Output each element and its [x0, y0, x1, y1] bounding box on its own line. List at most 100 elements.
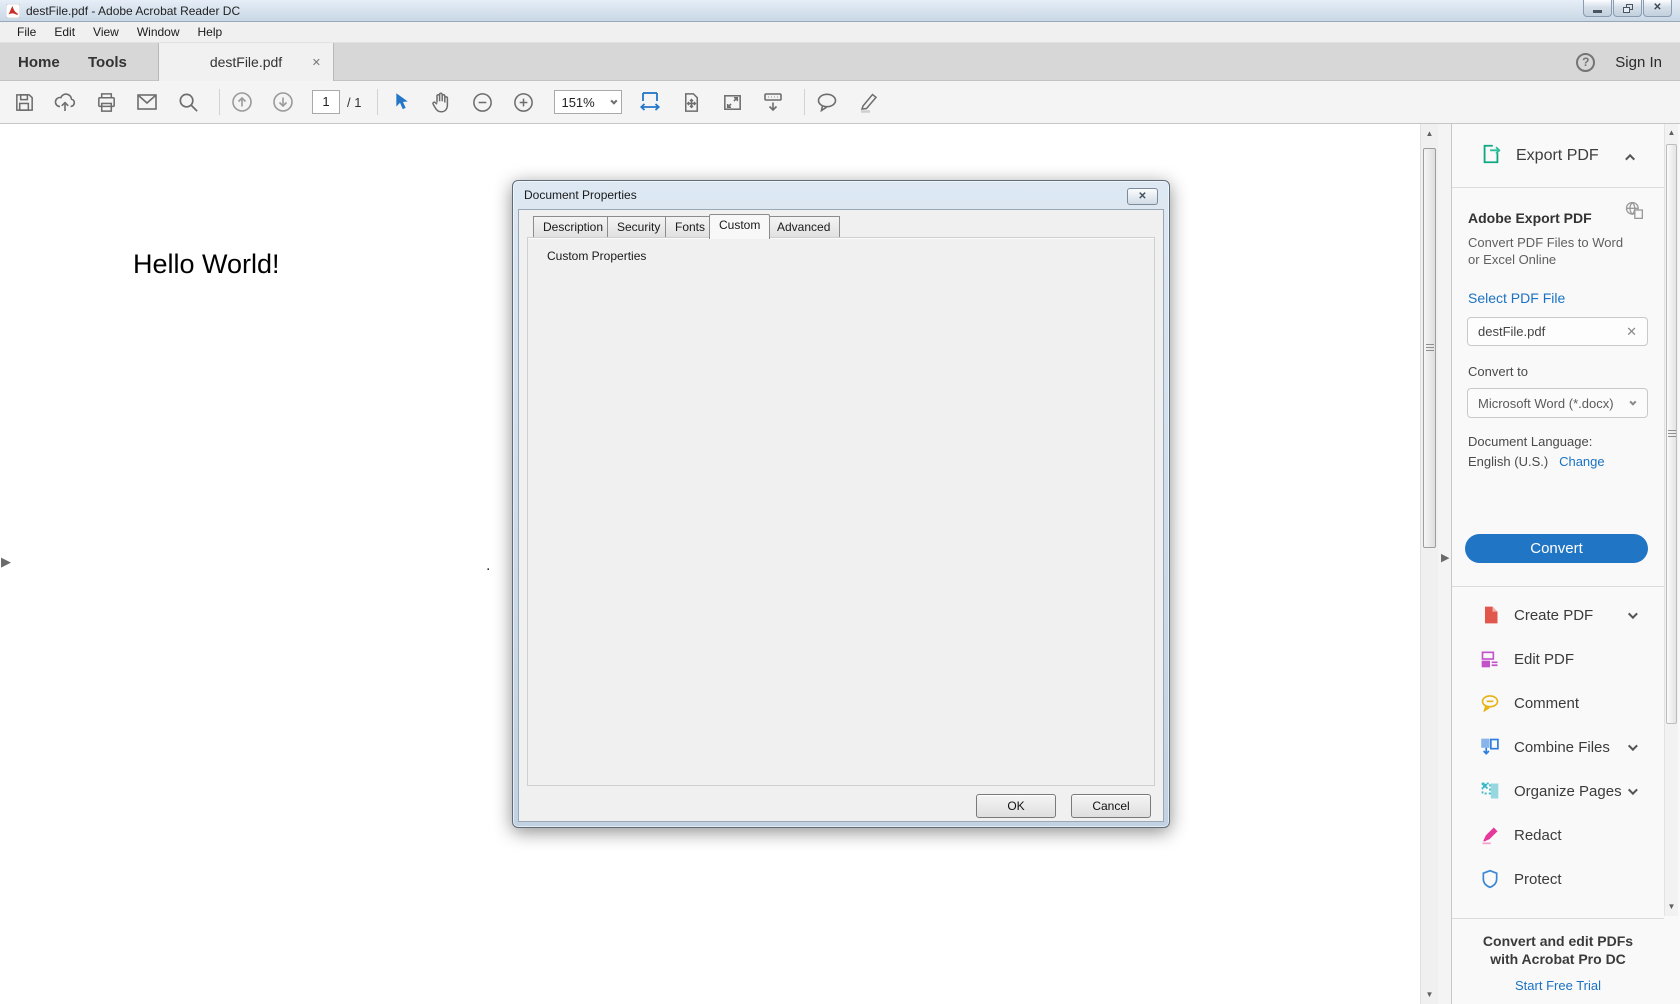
menu-edit[interactable]: Edit	[45, 22, 84, 42]
scroll-down-icon[interactable]: ▼	[1421, 990, 1438, 999]
window-title: destFile.pdf - Adobe Acrobat Reader DC	[26, 4, 240, 18]
tab-advanced[interactable]: Advanced	[767, 216, 840, 238]
toolbar-divider	[377, 89, 378, 115]
menu-help[interactable]: Help	[189, 22, 232, 42]
minimize-button[interactable]	[1583, 0, 1612, 17]
select-tool-icon[interactable]	[388, 90, 412, 114]
divider	[1452, 586, 1664, 587]
tab-custom[interactable]: Custom	[709, 214, 770, 239]
combine-files-icon	[1480, 737, 1500, 757]
export-pdf-label: Export PDF	[1516, 147, 1599, 165]
tab-security[interactable]: Security	[607, 216, 670, 238]
hand-tool-icon[interactable]	[429, 90, 453, 114]
tools-sidebar: Export PDF Adobe Export PDF Convert PDF …	[1452, 124, 1680, 1004]
next-page-icon[interactable]	[271, 90, 295, 114]
help-icon[interactable]: ?	[1576, 53, 1595, 72]
save-icon[interactable]	[12, 90, 36, 114]
print-icon[interactable]	[94, 90, 118, 114]
sidebar-scrollbar[interactable]: ▲ ▼	[1664, 124, 1678, 916]
convert-button[interactable]: Convert	[1465, 534, 1648, 563]
sidebar-tool-comment[interactable]: Comment	[1452, 681, 1664, 725]
zoom-level-dropdown[interactable]: 151%	[554, 90, 622, 114]
page-count-label: / 1	[347, 95, 361, 110]
ok-button[interactable]: OK	[976, 794, 1056, 818]
document-text: Hello World!	[133, 249, 280, 280]
fit-width-icon[interactable]	[638, 90, 662, 114]
close-icon: ✕	[1653, 3, 1661, 13]
full-screen-icon[interactable]	[720, 90, 744, 114]
restore-button[interactable]	[1613, 0, 1642, 17]
online-service-icon	[1624, 200, 1644, 225]
scrollbar-thumb[interactable]	[1423, 148, 1436, 548]
email-icon[interactable]	[135, 90, 159, 114]
tab-home[interactable]: Home	[0, 43, 78, 81]
export-pdf-header[interactable]: Export PDF	[1452, 138, 1664, 174]
chevron-down-icon	[1628, 785, 1638, 795]
comment-tool-icon[interactable]	[815, 90, 839, 114]
window-titlebar: destFile.pdf - Adobe Acrobat Reader DC ✕	[0, 0, 1680, 22]
sidebar-tool-protect[interactable]: Protect	[1452, 857, 1664, 901]
tab-fonts[interactable]: Fonts	[665, 216, 715, 238]
sidebar-tool-edit-pdf[interactable]: Edit PDF	[1452, 637, 1664, 681]
chevron-up-icon[interactable]	[1625, 154, 1635, 164]
custom-properties-group-label: Custom Properties	[543, 249, 650, 263]
custom-tab-page	[527, 237, 1155, 786]
minimize-icon	[1593, 10, 1602, 13]
tab-document[interactable]: destFile.pdf ✕	[158, 43, 334, 81]
select-pdf-file-link[interactable]: Select PDF File	[1468, 290, 1565, 306]
left-panel-collapse-icon[interactable]: ▶	[1, 554, 11, 570]
scroll-down-icon[interactable]: ▼	[1665, 902, 1678, 911]
menu-view[interactable]: View	[84, 22, 128, 42]
sidebar-collapse-strip: ▶	[1438, 124, 1452, 1004]
tab-tools[interactable]: Tools	[70, 43, 145, 81]
page-number-input[interactable]: 1	[312, 90, 340, 114]
right-panel-collapse-icon[interactable]: ▶	[1441, 551, 1449, 564]
remove-file-icon[interactable]: ✕	[1626, 324, 1637, 340]
menu-window[interactable]: Window	[128, 22, 189, 42]
divider	[1452, 918, 1664, 919]
convert-format-dropdown[interactable]: Microsoft Word (*.docx)	[1467, 388, 1648, 418]
comment-icon	[1480, 693, 1500, 713]
scrollbar-grip	[1426, 344, 1434, 352]
document-language-row: English (U.S.) Change	[1468, 454, 1605, 469]
scrollbar-grip	[1668, 430, 1676, 438]
search-icon[interactable]	[176, 90, 200, 114]
chevron-down-icon	[1629, 398, 1636, 405]
sidebar-tool-create-pdf[interactable]: Create PDF	[1452, 593, 1664, 637]
menu-file[interactable]: File	[8, 22, 45, 42]
tab-description[interactable]: Description	[533, 216, 613, 238]
main-toolbar: 1 / 1 151%	[0, 81, 1680, 124]
scroll-up-icon[interactable]: ▲	[1421, 129, 1438, 138]
sidebar-tool-combine-files[interactable]: Combine Files	[1452, 725, 1664, 769]
export-pdf-icon	[1480, 143, 1502, 170]
document-scrollbar[interactable]: ▲ ▼	[1420, 124, 1438, 1004]
document-language-label: Document Language:	[1468, 434, 1592, 449]
acrobat-app-icon	[6, 4, 20, 18]
acrobat-reader-window: destFile.pdf - Adobe Acrobat Reader DC ✕…	[0, 0, 1680, 1004]
scrollbar-thumb[interactable]	[1666, 144, 1677, 724]
close-icon: ✕	[1138, 191, 1146, 202]
start-free-trial-link[interactable]: Start Free Trial	[1515, 978, 1601, 993]
sidebar-tool-redact[interactable]: Redact	[1452, 813, 1664, 857]
zoom-out-icon[interactable]	[470, 90, 494, 114]
signin-area: ? Sign In	[1576, 43, 1662, 81]
window-controls: ✕	[1582, 0, 1672, 17]
chevron-down-icon	[1628, 741, 1638, 751]
sidebar-tool-organize-pages[interactable]: Organize Pages	[1452, 769, 1664, 813]
previous-page-icon[interactable]	[230, 90, 254, 114]
selected-file-chip[interactable]: destFile.pdf ✕	[1467, 317, 1648, 346]
dialog-close-button[interactable]: ✕	[1127, 188, 1158, 205]
presentation-mode-icon[interactable]	[761, 90, 785, 114]
cancel-button[interactable]: Cancel	[1071, 794, 1151, 818]
highlight-tool-icon[interactable]	[856, 90, 880, 114]
share-upload-icon[interactable]	[53, 90, 77, 114]
sign-in-button[interactable]: Sign In	[1615, 54, 1662, 71]
dialog-titlebar[interactable]: Document Properties	[513, 181, 1169, 209]
chevron-down-icon	[611, 97, 618, 104]
fit-page-icon[interactable]	[679, 90, 703, 114]
change-language-link[interactable]: Change	[1559, 454, 1605, 469]
tab-close-icon[interactable]: ✕	[312, 56, 321, 69]
close-button[interactable]: ✕	[1643, 0, 1672, 17]
scroll-up-icon[interactable]: ▲	[1665, 128, 1678, 137]
zoom-in-icon[interactable]	[511, 90, 535, 114]
